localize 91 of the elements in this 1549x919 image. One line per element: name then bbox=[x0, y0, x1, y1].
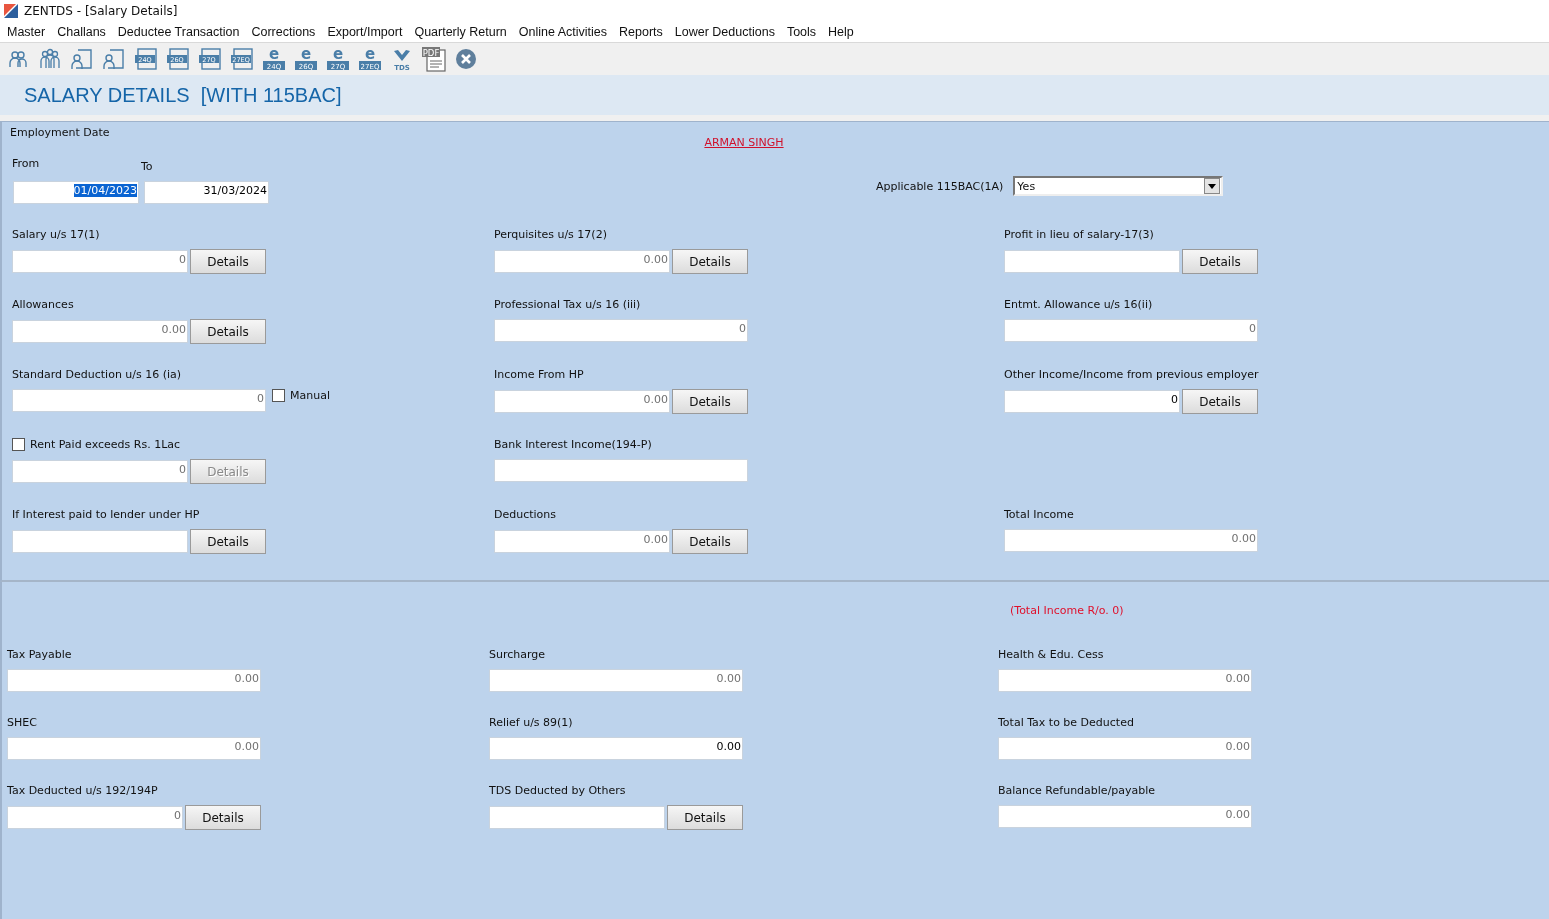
amount-field[interactable]: 0 bbox=[12, 460, 188, 483]
field-label: Entmt. Allowance u/s 16(ii) bbox=[1004, 298, 1154, 311]
field-label: Health & Edu. Cess bbox=[998, 648, 1105, 661]
amount-field[interactable]: 0.00 bbox=[489, 669, 743, 692]
toolbar-button[interactable] bbox=[102, 46, 126, 72]
field-label: Perquisites u/s 17(2) bbox=[494, 228, 608, 241]
field-label: Total Income bbox=[1004, 508, 1075, 521]
close-icon bbox=[455, 48, 477, 70]
date-field[interactable]: 31/03/2024 bbox=[144, 181, 269, 204]
field-label: Salary u/s 17(1) bbox=[12, 228, 101, 241]
details-button[interactable]: Details bbox=[672, 529, 748, 554]
details-button[interactable]: Details bbox=[672, 249, 748, 274]
field-label: If Interest paid to lender under HP bbox=[12, 508, 201, 521]
section-label: Employment Date bbox=[10, 126, 111, 139]
amount-field[interactable]: 0 bbox=[12, 389, 266, 412]
menu-item[interactable]: Reports bbox=[614, 25, 670, 39]
amount-field[interactable] bbox=[12, 530, 188, 553]
people-icon bbox=[8, 49, 28, 69]
caret-icon bbox=[1204, 178, 1221, 194]
date-field[interactable]: 01/04/2023 bbox=[13, 181, 139, 204]
field-label: Deductions bbox=[494, 508, 558, 521]
checkbox-label: Manual bbox=[290, 389, 330, 402]
amount-field[interactable]: 0.00 bbox=[489, 737, 743, 760]
amount-field[interactable]: 0.00 bbox=[494, 390, 670, 413]
amount-field[interactable]: 0.00 bbox=[7, 669, 261, 692]
amount-field[interactable] bbox=[1004, 250, 1180, 273]
toolbar-button[interactable] bbox=[454, 46, 478, 72]
field-label: Other Income/Income from previous employer bbox=[1004, 368, 1260, 381]
details-button[interactable]: Details bbox=[185, 805, 261, 830]
menu-item[interactable]: Export/Import bbox=[322, 25, 410, 39]
field-label: Allowances bbox=[12, 298, 75, 311]
field-label: Relief u/s 89(1) bbox=[489, 716, 574, 729]
deductee-name-link[interactable]: ARMAN SINGH bbox=[704, 136, 784, 150]
details-button[interactable]: Details bbox=[667, 805, 743, 830]
person-form-icon bbox=[71, 48, 93, 70]
menu-item[interactable]: Tools bbox=[781, 25, 824, 39]
checkbox[interactable] bbox=[12, 438, 25, 451]
field-label: Profit in lieu of salary-17(3) bbox=[1004, 228, 1155, 241]
details-button[interactable]: Details bbox=[1182, 249, 1258, 274]
details-button[interactable]: Details bbox=[1182, 389, 1258, 414]
field-label: Bank Interest Income(194-P) bbox=[494, 438, 653, 451]
group-icon bbox=[39, 48, 61, 70]
field-label: From bbox=[11, 157, 41, 172]
total-income-note: (Total Income R/o. 0) bbox=[1010, 604, 1124, 619]
details-button[interactable]: Details bbox=[190, 529, 266, 554]
menu-item[interactable]: Quarterly Return bbox=[409, 25, 514, 39]
amount-field[interactable]: 0.00 bbox=[12, 320, 188, 343]
menu-item[interactable]: Online Activities bbox=[513, 25, 615, 39]
menu-item[interactable]: Help bbox=[823, 25, 861, 39]
person-form-icon bbox=[103, 48, 125, 70]
amount-field[interactable] bbox=[494, 459, 748, 482]
amount-field[interactable]: 0.00 bbox=[494, 250, 670, 273]
details-button[interactable]: Details bbox=[672, 389, 748, 414]
amount-field[interactable]: 0 bbox=[494, 319, 748, 342]
field-label: TDS Deducted by Others bbox=[489, 784, 627, 797]
field-label: Balance Refundable/payable bbox=[998, 784, 1157, 797]
field-label: Tax Deducted u/s 192/194P bbox=[7, 784, 159, 797]
field-label: Applicable 115BAC(1A) bbox=[876, 180, 1004, 193]
amount-field[interactable]: 0.00 bbox=[494, 530, 670, 553]
details-button[interactable]: Details bbox=[190, 319, 266, 344]
menu-item[interactable]: Challans bbox=[52, 25, 113, 39]
menu-item[interactable]: Deductee Transaction bbox=[112, 25, 247, 39]
menu-item[interactable]: Lower Deductions bbox=[669, 25, 782, 39]
toolbar-button[interactable] bbox=[70, 46, 94, 72]
menu-item[interactable]: Master bbox=[2, 25, 53, 39]
amount-field[interactable] bbox=[489, 806, 665, 829]
field-label: Total Tax to be Deducted bbox=[998, 716, 1135, 729]
amount-field[interactable]: 0 bbox=[1004, 390, 1180, 413]
amount-field[interactable]: 0 bbox=[12, 250, 188, 273]
window-title: ZENTDS - [Salary Details] bbox=[24, 4, 178, 18]
field-label: Tax Payable bbox=[7, 648, 73, 661]
details-button[interactable]: Details bbox=[190, 249, 266, 274]
amount-field[interactable]: 0.00 bbox=[1004, 529, 1258, 552]
amount-field[interactable]: 0 bbox=[7, 806, 183, 829]
dropdown[interactable]: Yes bbox=[1013, 176, 1224, 196]
amount-field[interactable]: 0.00 bbox=[998, 669, 1252, 692]
amount-field[interactable]: 0.00 bbox=[998, 737, 1252, 760]
checkbox-label: Rent Paid exceeds Rs. 1Lac bbox=[30, 438, 181, 451]
amount-field[interactable]: 0.00 bbox=[7, 737, 261, 760]
field-label: Surcharge bbox=[489, 648, 547, 661]
field-label: Standard Deduction u/s 16 (ia) bbox=[12, 368, 183, 381]
field-label: Income From HP bbox=[494, 368, 585, 381]
field-label: SHEC bbox=[7, 716, 38, 729]
page-heading: SALARY DETAILS [WITH 115BAC] bbox=[24, 83, 342, 107]
field-label: To bbox=[141, 160, 154, 173]
amount-field[interactable]: 0 bbox=[1004, 319, 1258, 342]
menu-item[interactable]: Corrections bbox=[246, 25, 323, 39]
checkbox[interactable] bbox=[272, 389, 285, 402]
amount-field[interactable]: 0.00 bbox=[998, 805, 1252, 828]
field-label: Professional Tax u/s 16 (iii) bbox=[494, 298, 642, 311]
app-logo-icon bbox=[4, 4, 18, 18]
